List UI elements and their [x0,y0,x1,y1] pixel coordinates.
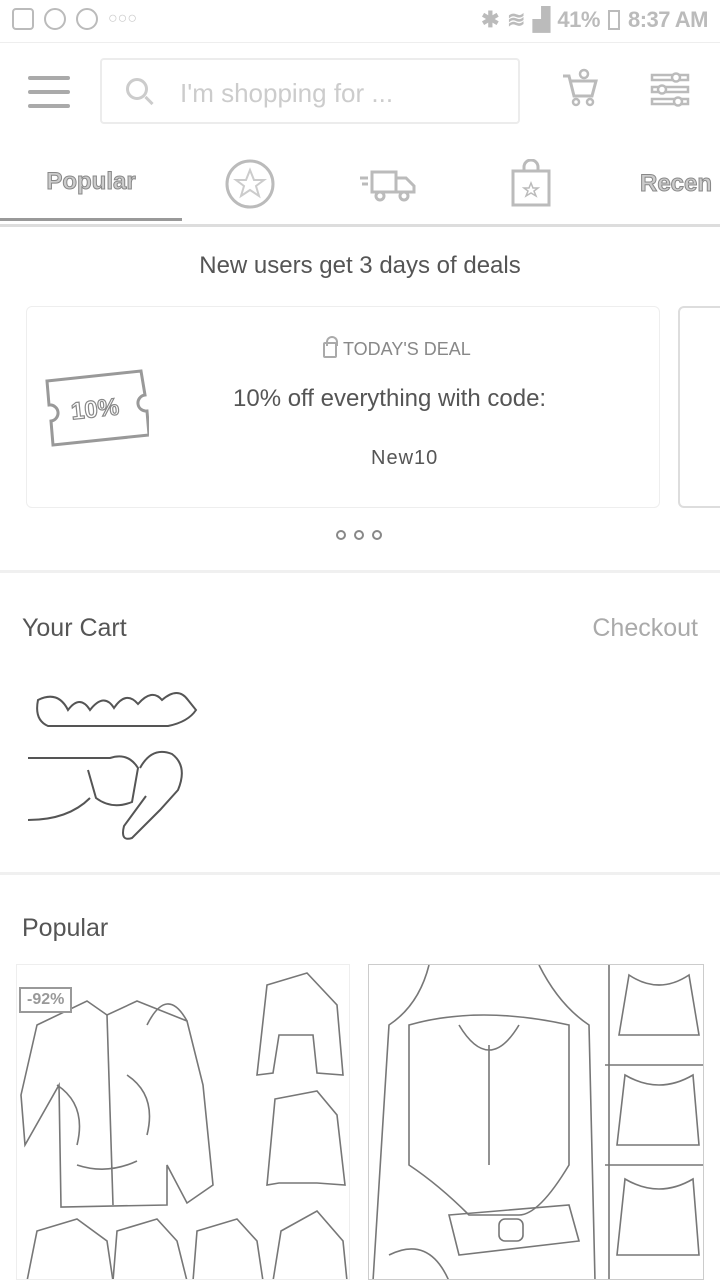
menu-icon[interactable] [28,76,70,108]
tab-recent[interactable]: Recen [604,146,720,221]
tab-star[interactable] [182,146,318,221]
cart-icon[interactable] [560,68,600,108]
next-deal-card[interactable] [678,306,720,508]
popular-title: Popular [22,914,109,942]
lock-icon [323,335,338,358]
tab-fast-delivery[interactable] [318,146,458,221]
status-bar: ○○○ ✱ ≋ ▟ 41% 8:37 AM [0,0,720,43]
shopping-bag-star-icon [511,158,551,206]
target-icon [76,8,98,30]
signal-icon: ▟ [532,7,550,32]
search-placeholder: I'm shopping for ... [180,78,394,108]
cart-item-glasses[interactable] [28,670,206,850]
clock: 8:37 AM [627,7,709,32]
coupon-text: 10% [70,394,121,426]
promo-title: New users get 3 days of deals [199,252,521,279]
image-icon [12,8,34,30]
battery-icon [607,10,620,30]
bluetooth-icon: ✱ [481,7,500,32]
top-bar: I'm shopping for ... [0,44,720,144]
deal-text: 10% off everything with code: [233,385,547,412]
flower-icon [44,8,66,30]
divider [0,872,720,875]
deal-code: New10 [371,447,439,469]
deal-header: TODAY'S DEAL [323,335,471,360]
search-icon [126,78,148,100]
star-badge-icon [225,159,275,208]
deal-card[interactable]: 10% TODAY'S DEAL 10% off everything with… [26,306,660,508]
product-card[interactable]: -92% [16,964,350,1280]
more-icon: ○○○ [108,10,137,27]
fast-delivery-icon [360,170,416,201]
wifi-icon: ≋ [507,7,525,32]
divider [0,570,720,573]
status-left-icons: ○○○ [12,8,137,30]
cart-title: Your Cart [22,614,127,642]
checkout-link[interactable]: Checkout [592,614,698,643]
filter-icon[interactable] [650,70,690,110]
product-image-top [372,965,703,1279]
coupon-icon: 10% [45,369,149,447]
carousel-dots [336,530,382,540]
category-tabs: Popular Recen [0,146,720,227]
tab-label: Recen [639,169,713,197]
tab-bag[interactable] [458,146,604,221]
product-card[interactable] [368,964,704,1280]
deal-header-label: TODAY'S DEAL [343,339,471,359]
status-right: ✱ ≋ ▟ 41% 8:37 AM [481,7,708,33]
tab-label: Popular [46,168,136,196]
tab-popular[interactable]: Popular [0,146,182,221]
discount-badge: -92% [19,987,73,1013]
search-input[interactable]: I'm shopping for ... [100,58,520,124]
battery-percent: 41% [557,7,600,32]
